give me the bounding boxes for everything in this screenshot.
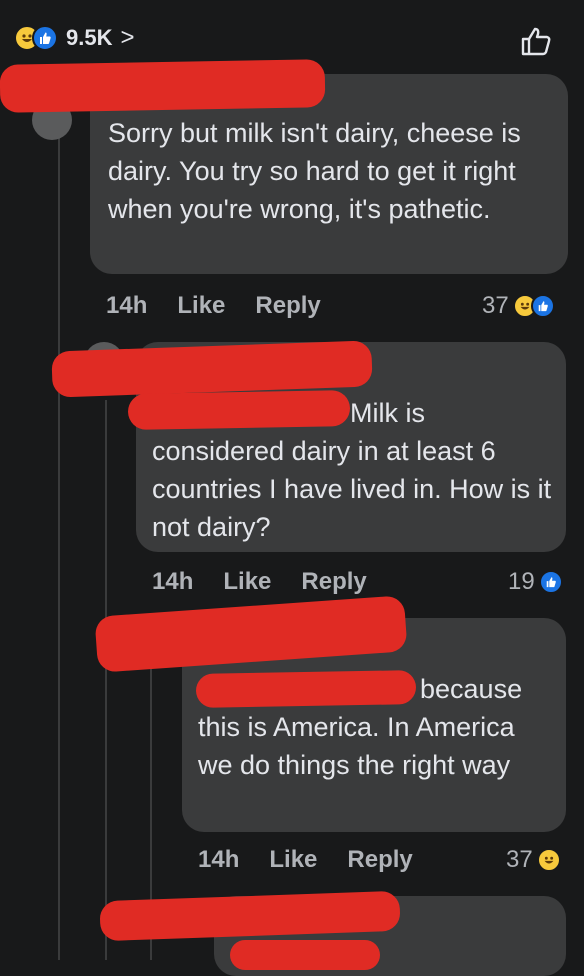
reaction-count: 37: [506, 846, 533, 873]
reply-button[interactable]: Reply: [347, 846, 412, 874]
like-button[interactable]: Like: [177, 292, 225, 320]
timestamp: 14h: [198, 846, 240, 873]
like-icon: [538, 570, 563, 594]
thread-line: [105, 400, 107, 960]
reply-button[interactable]: Reply: [255, 292, 320, 320]
reaction-count: 9.5K: [66, 25, 113, 50]
like-button[interactable]: Like: [223, 568, 271, 596]
like-icon: [32, 25, 58, 51]
reaction-count: 19: [508, 568, 535, 595]
comment-reactions[interactable]: 37: [482, 292, 555, 320]
reply-button[interactable]: Reply: [301, 568, 366, 596]
redacted-mention: [195, 670, 417, 708]
comment-reactions[interactable]: 37: [506, 846, 561, 874]
redacted-mention: [127, 390, 351, 430]
timestamp: 14h: [106, 292, 148, 319]
comment-text: Sorry but milk isn't dairy, cheese is da…: [108, 118, 521, 224]
thumbs-up-outline-icon[interactable]: [520, 26, 552, 61]
haha-icon: [536, 848, 561, 872]
thread-line: [58, 118, 60, 960]
comment-actions: 14h Like Reply: [152, 568, 397, 596]
comment-actions: 14h Like Reply: [106, 292, 351, 320]
reaction-count: 37: [482, 292, 509, 319]
redacted-mention: [230, 940, 380, 970]
timestamp: 14h: [152, 568, 194, 595]
redacted-author-name: [0, 59, 326, 113]
comment-actions: 14h Like Reply: [198, 846, 443, 874]
like-button[interactable]: Like: [269, 846, 317, 874]
like-icon: [530, 294, 555, 318]
chevron-right-icon: >: [120, 24, 135, 51]
reaction-summary[interactable]: 9.5K >: [14, 24, 135, 52]
comment-reactions[interactable]: 19: [508, 568, 563, 596]
